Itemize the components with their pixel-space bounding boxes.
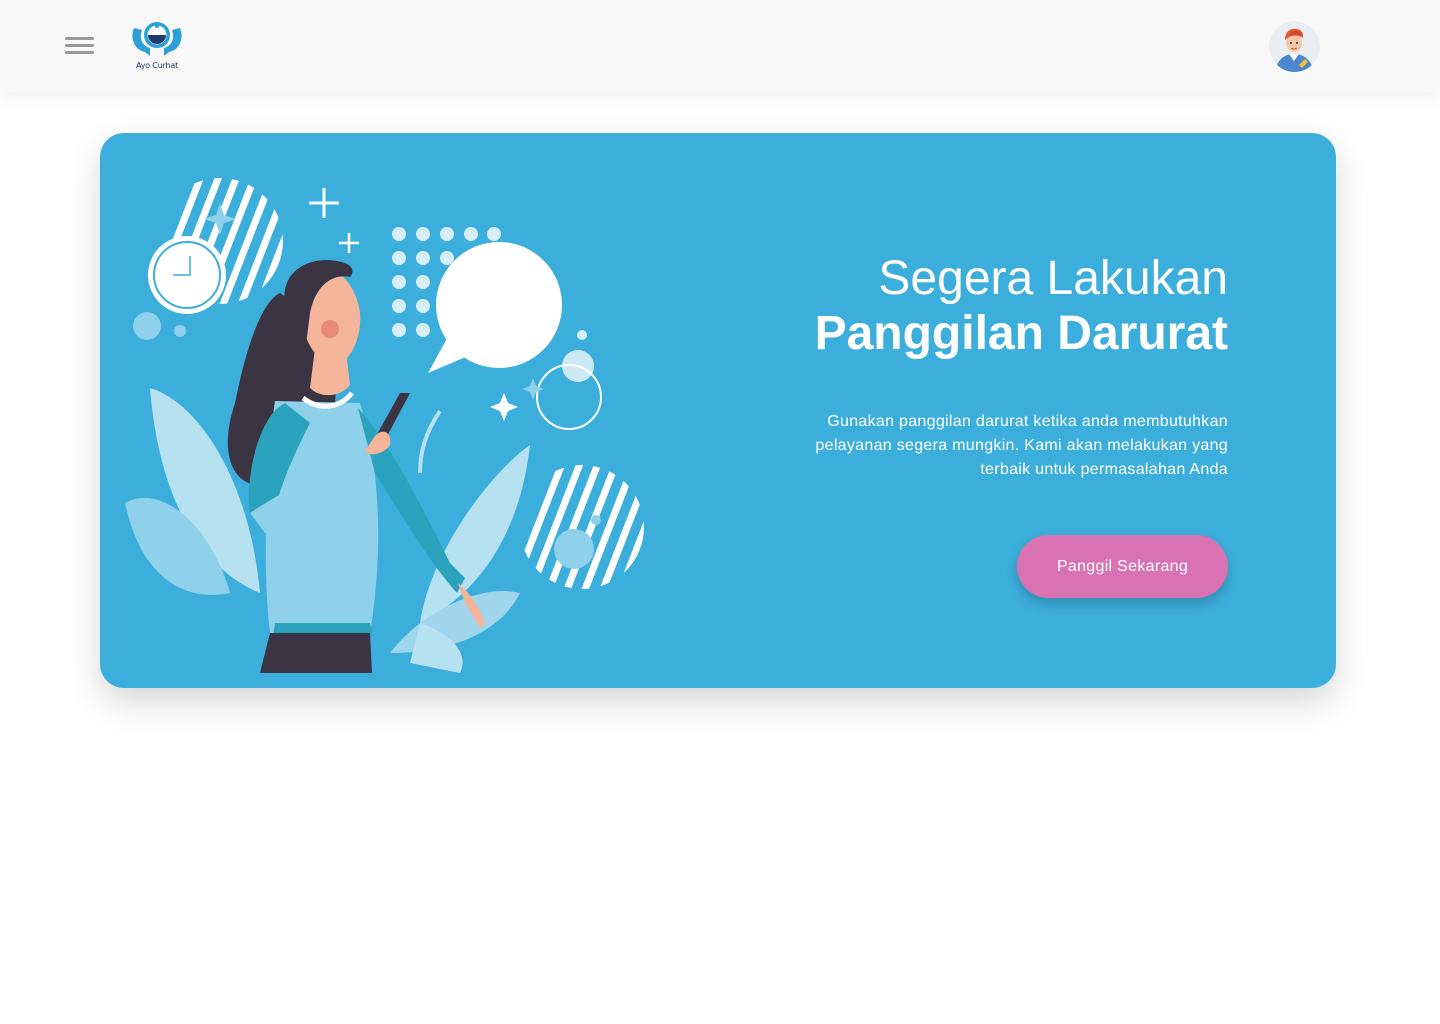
hamburger-menu-icon[interactable] [64, 33, 96, 59]
hero-description: Gunakan panggilan darurat ketika anda me… [815, 413, 1228, 478]
logo-text: Ayo Curhat [135, 61, 179, 70]
hero-title-line1: Segera Lakukan [878, 252, 1228, 305]
avatar-icon [1269, 21, 1320, 72]
logo-mark-icon [132, 22, 182, 56]
emergency-call-card: Segera Lakukan Panggilan Darurat Gunakan… [100, 133, 1336, 688]
hero-title-line2: Panggilan Darurat [814, 307, 1228, 360]
ayo-curhat-logo[interactable]: Ayo Curhat [128, 18, 186, 74]
woman-with-phone-illustration [120, 153, 650, 673]
call-now-button[interactable]: Panggil Sekarang [1017, 535, 1228, 598]
top-navbar: Ayo Curhat [0, 0, 1440, 92]
user-avatar[interactable] [1269, 21, 1320, 72]
